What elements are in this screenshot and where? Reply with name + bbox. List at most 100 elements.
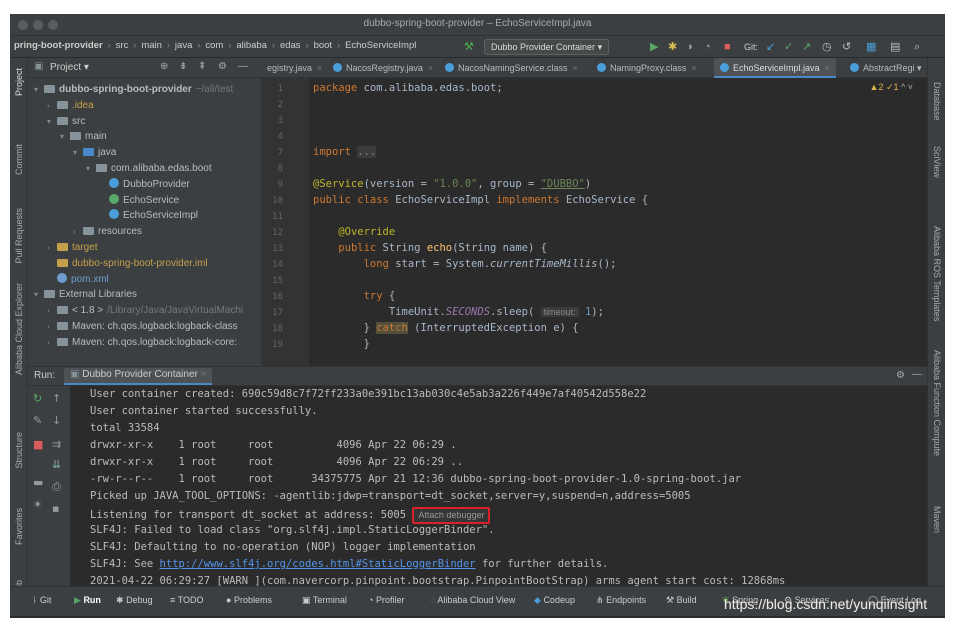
breadcrumb-item[interactable]: com: [203, 40, 225, 51]
tree-item[interactable]: › target: [47, 240, 98, 256]
tool-database[interactable]: Database: [932, 82, 942, 121]
tab-egistry-java[interactable]: egistry.java ×: [261, 58, 328, 78]
run-tab-dubbo-provider-container[interactable]: ▣ Dubbo Provider Container ×: [64, 368, 213, 385]
chevron-right-icon[interactable]: ›: [47, 319, 57, 335]
tool-structure[interactable]: Structure: [14, 432, 24, 469]
collapse-all-icon[interactable]: ⇟: [179, 61, 187, 72]
tree-item[interactable]: ▾ java: [73, 145, 116, 161]
gear-icon[interactable]: ⚙: [218, 61, 227, 72]
tree-item[interactable]: ▾ dubbo-spring-boot-provider ~/ali/test: [34, 82, 233, 98]
close-icon[interactable]: ×: [428, 63, 433, 73]
tree-item[interactable]: pom.xml: [47, 272, 109, 288]
tool-alibaba-function-compute[interactable]: Alibaba Function Compute: [932, 350, 942, 456]
bottom-tab-codeup[interactable]: ◆ Codeup: [534, 595, 575, 606]
stop-icon[interactable]: ■: [33, 438, 43, 451]
pin-icon[interactable]: ✶: [33, 498, 42, 511]
rollback-icon[interactable]: ↺: [842, 40, 851, 54]
gear-icon[interactable]: ⚙: [896, 370, 905, 381]
breadcrumb-item[interactable]: edas: [278, 40, 303, 51]
chevron-down-icon[interactable]: ▾: [86, 161, 96, 177]
tool-project[interactable]: Project: [14, 68, 24, 96]
scroll-to-end-icon[interactable]: ⇊: [52, 458, 61, 471]
hammer-icon[interactable]: ⚒: [464, 40, 474, 54]
search-everywhere-icon[interactable]: ⌕: [914, 40, 920, 54]
console-output[interactable]: User container created: 690c59d8c7f72ff2…: [70, 386, 927, 586]
print-icon[interactable]: ⎙: [52, 480, 61, 494]
tree-item[interactable]: › resources: [73, 224, 142, 240]
chevron-down-icon[interactable]: ▾: [34, 82, 44, 98]
tool-pull-requests[interactable]: Pull Requests: [14, 208, 24, 264]
chevron-right-icon[interactable]: ›: [47, 303, 57, 319]
breadcrumb-item[interactable]: pring-boot-provider: [12, 40, 105, 51]
chevron-down-icon[interactable]: ▾: [73, 145, 83, 161]
attach-debugger-button[interactable]: Attach debugger: [412, 507, 491, 524]
close-icon[interactable]: ×: [573, 63, 578, 73]
close-icon[interactable]: ×: [317, 63, 322, 73]
git-commit-icon[interactable]: ✓: [784, 40, 793, 54]
tree-item[interactable]: ▾ com.alibaba.edas.boot: [86, 161, 212, 177]
coverage-icon[interactable]: ◑: [686, 40, 693, 54]
tab-echoserviceimpl-java[interactable]: EchoServiceImpl.java ×: [714, 58, 836, 78]
project-structure-icon[interactable]: ▦: [866, 40, 876, 54]
layout-icon[interactable]: ▤: [890, 40, 900, 54]
chevron-down-icon[interactable]: ▾: [917, 63, 922, 73]
breadcrumb-item[interactable]: alibaba: [234, 40, 269, 51]
bottom-tab-endpoints[interactable]: ⋔ Endpoints: [596, 595, 646, 606]
expand-all-icon[interactable]: ⇞: [198, 61, 206, 72]
tab-namingproxy-class[interactable]: NamingProxy.class ×: [591, 58, 703, 78]
bottom-tab-profiler[interactable]: ◔ Profiler: [368, 595, 404, 605]
tool-commit[interactable]: Commit: [14, 144, 24, 175]
bottom-tab-terminal[interactable]: ▣ Terminal: [302, 595, 347, 606]
inspection-widget[interactable]: ▲2 ✓1 ^ ˅: [870, 82, 913, 93]
bottom-tab-git[interactable]: ᚿ Git: [32, 595, 51, 605]
tree-item[interactable]: › Maven: ch.qos.logback:logback-class: [47, 319, 238, 335]
git-push-icon[interactable]: ↗: [802, 40, 811, 54]
tool-sciview[interactable]: SciView: [932, 146, 942, 178]
slf4j-link[interactable]: http://www.slf4j.org/codes.html#StaticLo…: [160, 558, 476, 570]
bottom-tab-alibaba-cloud-view[interactable]: ◌ Alibaba Cloud View: [430, 595, 515, 605]
tool-alibaba-cloud-explorer[interactable]: Alibaba Cloud Explorer: [14, 283, 24, 375]
chevron-down-icon[interactable]: ▾: [47, 114, 57, 130]
bottom-tab-run[interactable]: ▶ Run: [74, 595, 101, 606]
tree-item[interactable]: ▾ External Libraries: [34, 287, 137, 303]
hide-panel-icon[interactable]: —: [912, 369, 922, 380]
close-icon[interactable]: ×: [691, 63, 696, 73]
tree-item[interactable]: › .idea: [47, 98, 94, 114]
layout-icon[interactable]: ▬: [33, 476, 43, 489]
breadcrumb-item[interactable]: main: [139, 40, 164, 51]
tree-item[interactable]: ▾ main: [60, 129, 107, 145]
tab-nacosnamingservice-class[interactable]: NacosNamingService.class ×: [439, 58, 584, 78]
chevron-right-icon[interactable]: ›: [47, 335, 57, 351]
run-configuration-select[interactable]: Dubbo Provider Container ▾: [484, 39, 610, 55]
tree-item[interactable]: EchoServiceImpl: [99, 208, 198, 224]
locate-icon[interactable]: ⊕: [160, 61, 168, 72]
wrench-icon[interactable]: ✎: [33, 414, 42, 427]
breadcrumb-item[interactable]: boot: [312, 40, 335, 51]
chevron-down-icon[interactable]: ▾: [34, 287, 44, 303]
bottom-tab-build[interactable]: ⚒ Build: [666, 595, 697, 606]
tree-item[interactable]: DubboProvider: [99, 177, 190, 193]
tool-favorites[interactable]: Favorites: [14, 508, 24, 545]
hide-panel-icon[interactable]: —: [238, 61, 248, 72]
tree-item[interactable]: ▾ src: [47, 114, 85, 130]
tree-item[interactable]: › Maven: ch.qos.logback:logback-core:: [47, 335, 237, 351]
tool-maven[interactable]: Maven: [932, 506, 942, 533]
profiler-icon[interactable]: ◔: [704, 40, 711, 54]
close-icon[interactable]: ×: [825, 63, 830, 73]
scroll-up-icon[interactable]: ↑: [52, 392, 61, 405]
close-icon[interactable]: ×: [201, 369, 207, 380]
scroll-down-icon[interactable]: ↓: [52, 414, 61, 427]
rerun-icon[interactable]: ↻: [33, 392, 42, 405]
bottom-tab-todo[interactable]: ≡ TODO: [170, 595, 203, 605]
bottom-tab-problems[interactable]: ● Problems: [226, 595, 272, 605]
chevron-right-icon[interactable]: ›: [47, 98, 57, 114]
breadcrumb-item[interactable]: EchoServiceImpl: [343, 40, 418, 51]
clear-icon[interactable]: ▪: [52, 502, 59, 515]
project-view-selector[interactable]: Project ▾: [50, 62, 89, 73]
stop-icon[interactable]: ■: [724, 40, 731, 54]
soft-wrap-icon[interactable]: ⇉: [52, 438, 61, 451]
tab-abstractregi[interactable]: AbstractRegi ▾: [844, 58, 928, 78]
chevron-right-icon[interactable]: ›: [47, 240, 57, 256]
debug-icon[interactable]: ✱: [668, 40, 677, 54]
tree-item[interactable]: EchoService: [99, 193, 179, 209]
